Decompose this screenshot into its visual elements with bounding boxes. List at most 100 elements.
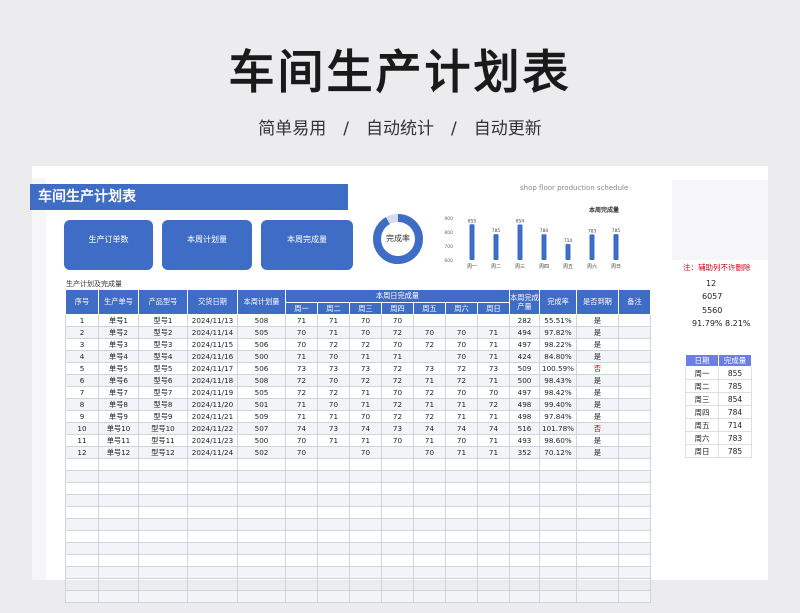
remark-cell[interactable] (618, 434, 651, 447)
empty-cell[interactable] (349, 530, 382, 543)
empty-cell[interactable] (413, 482, 446, 495)
empty-cell[interactable] (509, 506, 540, 519)
empty-cell[interactable] (237, 494, 286, 507)
helper-day[interactable]: 周二 (685, 379, 719, 393)
empty-cell[interactable] (317, 518, 350, 531)
helper-value[interactable]: 785 (718, 444, 752, 458)
remark-cell[interactable] (618, 422, 651, 435)
table-cell[interactable]: 72 (381, 410, 414, 423)
empty-cell[interactable] (65, 470, 99, 483)
empty-cell[interactable] (285, 470, 318, 483)
table-cell[interactable]: 71 (349, 398, 382, 411)
table-cell[interactable]: 97.84% (539, 410, 577, 423)
empty-cell[interactable] (477, 494, 510, 507)
table-cell[interactable]: 是 (576, 410, 619, 423)
table-cell[interactable]: 84.80% (539, 350, 577, 363)
empty-cell[interactable] (381, 470, 414, 483)
empty-cell[interactable] (445, 566, 478, 579)
table-cell[interactable]: 72 (381, 374, 414, 387)
empty-cell[interactable] (285, 530, 318, 543)
table-cell[interactable]: 71 (381, 350, 414, 363)
empty-cell[interactable] (381, 494, 414, 507)
helper-day[interactable]: 周日 (685, 444, 719, 458)
empty-cell[interactable] (477, 470, 510, 483)
empty-cell[interactable] (138, 458, 188, 471)
empty-cell[interactable] (509, 494, 540, 507)
table-cell[interactable]: 是 (576, 446, 619, 459)
empty-cell[interactable] (413, 518, 446, 531)
empty-cell[interactable] (237, 554, 286, 567)
empty-cell[interactable] (317, 482, 350, 495)
table-cell[interactable]: 单号2 (98, 326, 139, 339)
empty-cell[interactable] (187, 542, 238, 555)
table-cell[interactable]: 71 (285, 410, 318, 423)
table-cell[interactable]: 72 (477, 398, 510, 411)
table-cell[interactable]: 单号10 (98, 422, 139, 435)
empty-cell[interactable] (445, 518, 478, 531)
empty-cell[interactable] (539, 506, 577, 519)
empty-cell[interactable] (477, 578, 510, 591)
empty-cell[interactable] (98, 578, 139, 591)
empty-cell[interactable] (98, 566, 139, 579)
table-cell[interactable]: 497 (509, 386, 540, 399)
col-remark[interactable]: 备注 (618, 289, 651, 315)
table-cell[interactable]: 是 (576, 350, 619, 363)
table-cell[interactable]: 71 (317, 326, 350, 339)
table-cell[interactable]: 498 (509, 410, 540, 423)
table-cell[interactable]: 8 (65, 398, 99, 411)
table-cell[interactable]: 单号1 (98, 314, 139, 327)
table-cell[interactable]: 70 (285, 446, 318, 459)
empty-cell[interactable] (317, 578, 350, 591)
empty-cell[interactable] (477, 482, 510, 495)
table-cell[interactable]: 2024/11/19 (187, 386, 238, 399)
table-cell[interactable]: 70 (317, 398, 350, 411)
table-cell[interactable]: 100.59% (539, 362, 577, 375)
table-cell[interactable]: 73 (285, 362, 318, 375)
empty-cell[interactable] (98, 506, 139, 519)
table-cell[interactable]: 71 (477, 446, 510, 459)
empty-cell[interactable] (477, 518, 510, 531)
empty-cell[interactable] (539, 566, 577, 579)
empty-cell[interactable] (187, 530, 238, 543)
empty-cell[interactable] (477, 506, 510, 519)
empty-cell[interactable] (285, 590, 318, 603)
empty-cell[interactable] (539, 494, 577, 507)
table-cell[interactable]: 72 (445, 362, 478, 375)
empty-cell[interactable] (576, 542, 619, 555)
table-cell[interactable]: 2024/11/15 (187, 338, 238, 351)
empty-cell[interactable] (445, 530, 478, 543)
table-cell[interactable]: 单号9 (98, 410, 139, 423)
table-cell[interactable]: 497 (509, 338, 540, 351)
empty-cell[interactable] (349, 494, 382, 507)
table-cell[interactable]: 12 (65, 446, 99, 459)
empty-cell[interactable] (477, 530, 510, 543)
empty-cell[interactable] (539, 518, 577, 531)
empty-cell[interactable] (618, 530, 651, 543)
empty-cell[interactable] (187, 518, 238, 531)
table-cell[interactable]: 70 (381, 434, 414, 447)
empty-cell[interactable] (381, 578, 414, 591)
table-cell[interactable]: 70 (349, 410, 382, 423)
table-cell[interactable]: 71 (349, 386, 382, 399)
col-day-4[interactable]: 周四 (381, 302, 414, 315)
table-cell[interactable]: 71 (317, 410, 350, 423)
empty-cell[interactable] (237, 566, 286, 579)
empty-cell[interactable] (285, 554, 318, 567)
empty-cell[interactable] (317, 542, 350, 555)
empty-cell[interactable] (237, 542, 286, 555)
empty-cell[interactable] (618, 578, 651, 591)
table-cell[interactable]: 70 (445, 338, 478, 351)
table-cell[interactable]: 7 (65, 386, 99, 399)
empty-cell[interactable] (65, 542, 99, 555)
empty-cell[interactable] (477, 590, 510, 603)
empty-cell[interactable] (477, 566, 510, 579)
empty-cell[interactable] (381, 554, 414, 567)
table-cell[interactable]: 2 (65, 326, 99, 339)
helper-value[interactable]: 785 (718, 379, 752, 393)
table-cell[interactable]: 71 (317, 434, 350, 447)
table-cell[interactable]: 71 (477, 434, 510, 447)
table-cell[interactable]: 2024/11/13 (187, 314, 238, 327)
table-cell[interactable]: 71 (349, 350, 382, 363)
col-day-6[interactable]: 周六 (445, 302, 478, 315)
empty-cell[interactable] (413, 530, 446, 543)
